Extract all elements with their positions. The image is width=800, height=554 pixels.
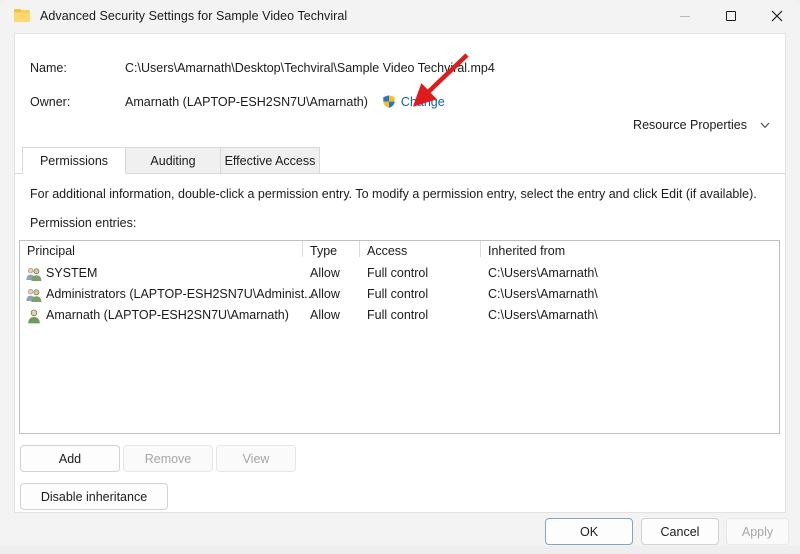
column-header-type[interactable]: Type [310, 244, 337, 258]
group-icon [26, 266, 42, 282]
permission-entries-list[interactable]: Principal Type Access Inherited from SYS… [19, 240, 780, 434]
ok-button[interactable]: OK [545, 518, 633, 545]
cell-access: Full control [367, 266, 428, 280]
group-icon [26, 287, 42, 303]
resource-properties-label: Resource Properties [633, 118, 747, 132]
window-bottom-edge [0, 546, 800, 554]
table-header-row: Principal Type Access Inherited from [20, 241, 779, 263]
remove-button: Remove [123, 445, 213, 472]
cell-type: Allow [310, 287, 340, 301]
cell-access: Full control [367, 287, 428, 301]
name-field-row: Name: C:\Users\Amarnath\Desktop\Techvira… [30, 61, 495, 75]
main-content-panel: Name: C:\Users\Amarnath\Desktop\Techvira… [14, 33, 786, 513]
permission-entries-label: Permission entries: [30, 216, 136, 230]
uac-shield-icon [382, 94, 396, 109]
window-title: Advanced Security Settings for Sample Vi… [40, 9, 347, 23]
resource-properties-expander[interactable]: Resource Properties [633, 118, 771, 132]
close-icon [771, 10, 783, 22]
owner-label: Owner: [30, 95, 125, 109]
table-row[interactable]: Amarnath (LAPTOP-ESH2SN7U\Amarnath) Allow… [20, 305, 779, 326]
cell-principal: Amarnath (LAPTOP-ESH2SN7U\Amarnath) [46, 308, 289, 322]
tab-effective-access[interactable]: Effective Access [220, 147, 320, 174]
disable-inheritance-button[interactable]: Disable inheritance [20, 483, 168, 510]
advanced-security-settings-window: Advanced Security Settings for Sample Vi… [0, 0, 800, 546]
column-header-principal[interactable]: Principal [27, 244, 75, 258]
cell-access: Full control [367, 308, 428, 322]
name-value: C:\Users\Amarnath\Desktop\Techviral\Samp… [125, 61, 495, 75]
cell-inherited-from: C:\Users\Amarnath\ [488, 308, 598, 322]
table-row[interactable]: SYSTEM Allow Full control C:\Users\Amarnath… [20, 263, 779, 284]
cell-principal: Administrators (LAPTOP-ESH2SN7U\Administ… [46, 287, 315, 301]
cancel-button[interactable]: Cancel [641, 518, 719, 545]
cell-inherited-from: C:\Users\Amarnath\ [488, 266, 598, 280]
apply-button: Apply [726, 518, 789, 545]
maximize-button[interactable] [708, 0, 754, 32]
owner-field-row: Owner: Amarnath (LAPTOP-ESH2SN7U\Amarnat… [30, 94, 445, 109]
change-owner-link[interactable]: Change [401, 95, 445, 109]
tab-permissions[interactable]: Permissions [22, 147, 126, 174]
cell-type: Allow [310, 308, 340, 322]
owner-value: Amarnath (LAPTOP-ESH2SN7U\Amarnath) [125, 95, 368, 109]
view-button: View [216, 445, 296, 472]
column-header-access[interactable]: Access [367, 244, 407, 258]
cell-principal: SYSTEM [46, 266, 97, 280]
cell-inherited-from: C:\Users\Amarnath\ [488, 287, 598, 301]
column-header-inherited-from[interactable]: Inherited from [488, 244, 565, 258]
caption-button-group [662, 0, 800, 32]
tab-auditing[interactable]: Auditing [125, 147, 221, 174]
table-row[interactable]: Administrators (LAPTOP-ESH2SN7U\Administ… [20, 284, 779, 305]
cell-type: Allow [310, 266, 340, 280]
close-button[interactable] [754, 0, 800, 32]
tab-strip: Permissions Auditing Effective Access [15, 147, 785, 174]
chevron-down-icon [759, 119, 771, 131]
title-bar: Advanced Security Settings for Sample Vi… [0, 0, 800, 32]
name-label: Name: [30, 61, 125, 75]
minimize-button[interactable] [662, 0, 708, 32]
permission-info-text: For additional information, double-click… [30, 187, 757, 201]
user-icon [26, 308, 42, 324]
add-button[interactable]: Add [20, 445, 120, 472]
folder-icon [14, 9, 30, 23]
